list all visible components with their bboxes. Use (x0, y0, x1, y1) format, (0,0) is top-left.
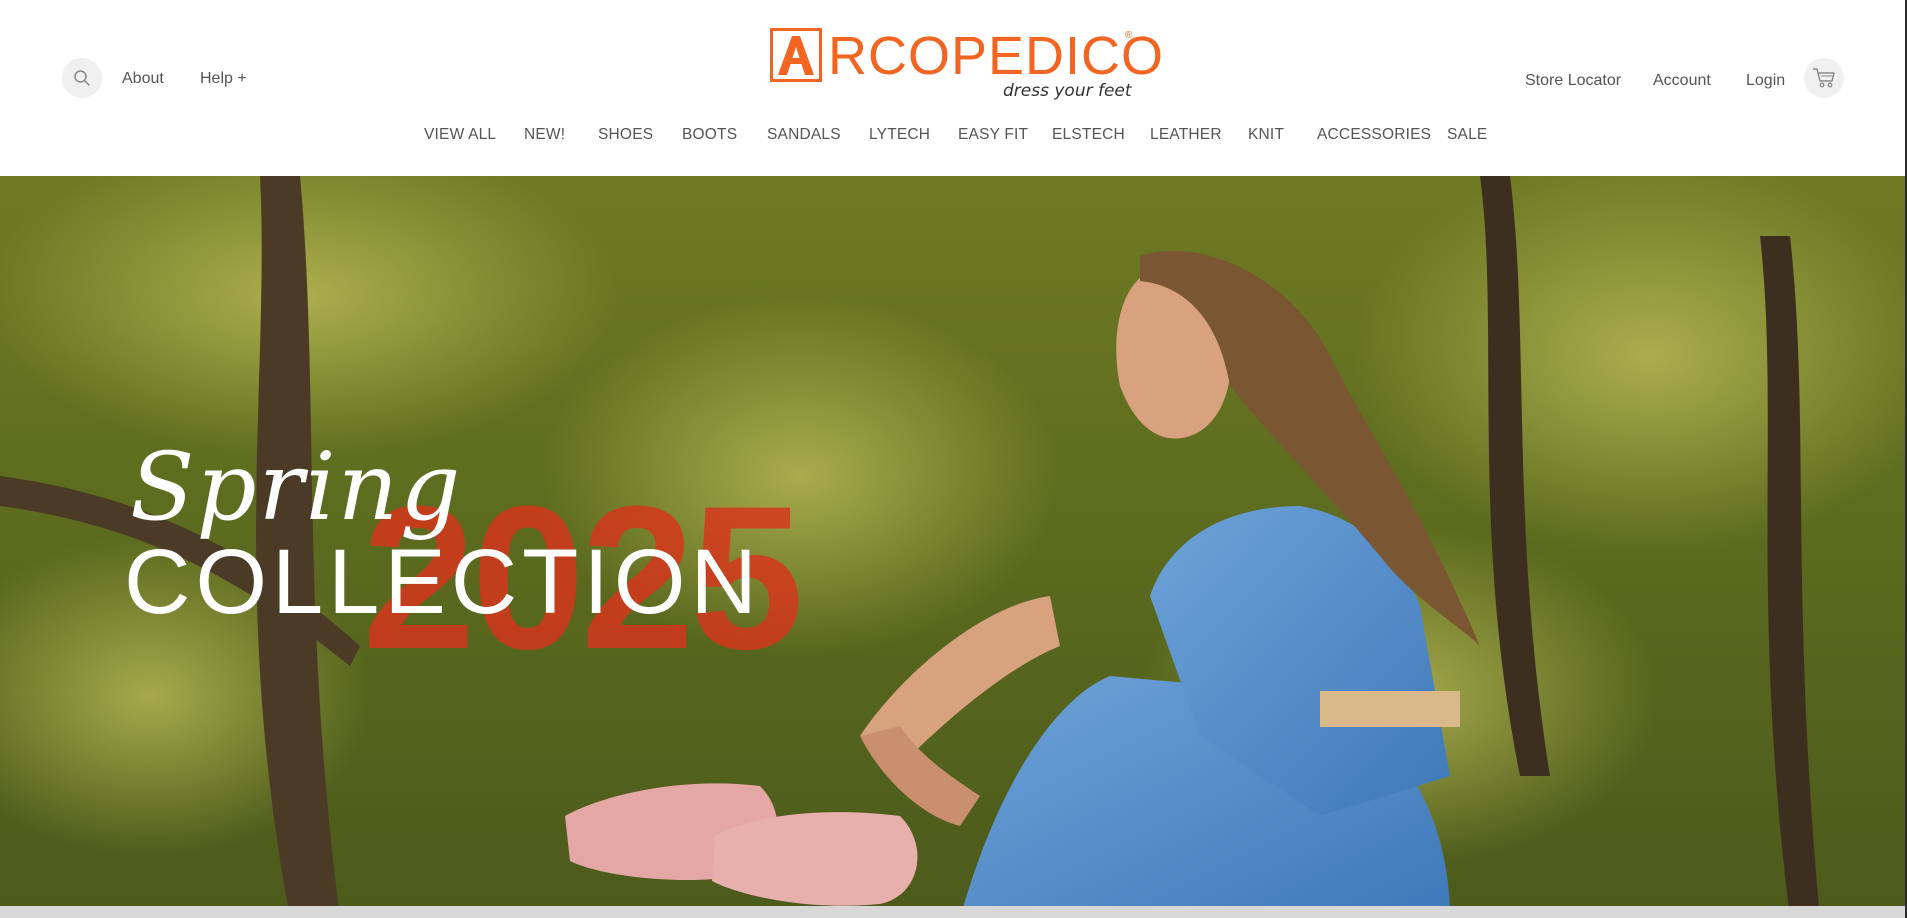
help-menu[interactable]: Help + (200, 70, 247, 88)
nav-item-knit[interactable]: KNIT (1248, 126, 1284, 144)
nav-item-accessories[interactable]: ACCESSORIES (1317, 126, 1431, 144)
nav-item-boots[interactable]: BOOTS (682, 126, 737, 144)
registered-mark: ® (1125, 30, 1133, 41)
cart-icon (1813, 68, 1835, 88)
nav-item-view-all[interactable]: VIEW ALL (424, 126, 496, 144)
about-link[interactable]: About (122, 70, 164, 88)
hero-script-word: Spring (130, 433, 463, 542)
nav-item-leather[interactable]: LEATHER (1150, 126, 1222, 144)
login-link[interactable]: Login (1746, 72, 1785, 90)
nav-item-elstech[interactable]: ELSTECH (1052, 126, 1125, 144)
nav-item-sale[interactable]: SALE (1447, 126, 1487, 144)
search-button[interactable] (62, 58, 102, 98)
search-icon (74, 70, 90, 86)
store-locator-link[interactable]: Store Locator (1525, 72, 1621, 90)
logo-wordmark: RCOPEDICO (828, 26, 1165, 86)
nav-item-sandals[interactable]: SANDALS (767, 126, 841, 144)
logo-mark (770, 28, 822, 82)
hero-banner[interactable]: 2025 Spring COLLECTION (0, 176, 1907, 918)
nav-item-easy-fit[interactable]: EASY FIT (958, 126, 1028, 144)
nav-item-lytech[interactable]: LYTECH (869, 126, 930, 144)
brand-logo[interactable]: RCOPEDICO ® dress your feet (770, 26, 1163, 104)
hero-headline: 2025 Spring COLLECTION (0, 176, 900, 918)
nav-item-shoes[interactable]: SHOES (598, 126, 653, 144)
cart-button[interactable] (1804, 58, 1844, 98)
site-header: About Help + RCOPEDICO ® dress your feet… (0, 0, 1907, 176)
hero-collection-title: COLLECTION (124, 531, 762, 633)
main-nav: VIEW ALL NEW! SHOES BOOTS SANDALS LYTECH… (0, 126, 1907, 150)
logo-tagline: dress your feet (1003, 81, 1132, 101)
account-link[interactable]: Account (1653, 72, 1711, 90)
nav-item-new[interactable]: NEW! (524, 126, 565, 144)
